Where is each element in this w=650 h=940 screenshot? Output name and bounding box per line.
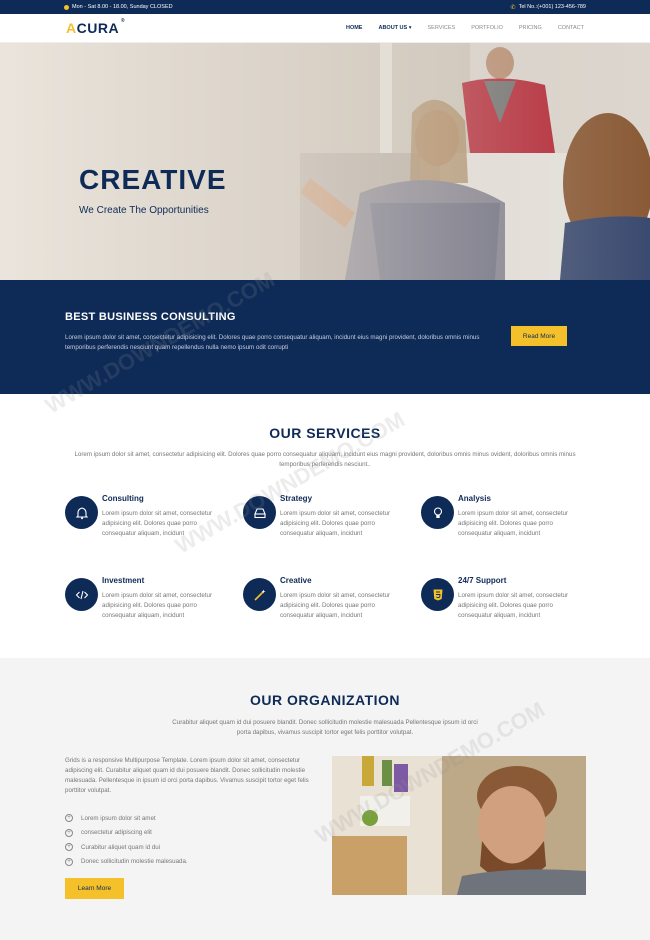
list-item-label: Lorem ipsum dolor sit amet [81, 814, 156, 822]
service-creative[interactable]: Creative Lorem ipsum dolor sit amet, con… [243, 576, 393, 636]
service-title: 24/7 Support [458, 576, 507, 585]
service-consulting[interactable]: Consulting Lorem ipsum dolor sit amet, c… [65, 494, 215, 554]
clock-icon [64, 4, 69, 10]
services-title: OUR SERVICES [269, 425, 381, 441]
hours-group: Mon - Sat 8.00 - 18.00, Sunday CLOSED [64, 4, 173, 10]
nav-about-us[interactable]: ABOUT US ▾ [378, 25, 411, 31]
list-item-label: Curabitur aliquet quam id dui [81, 843, 161, 851]
opening-hours: Mon - Sat 8.00 - 18.00, Sunday CLOSED [72, 4, 173, 10]
consulting-text: Lorem ipsum dolor sit amet, consectetur … [65, 334, 480, 351]
code-icon [65, 578, 98, 611]
service-text: Lorem ipsum dolor sit amet, consectetur … [280, 510, 391, 537]
list-item-label: consectetur adipiscing elit [81, 829, 152, 837]
consulting-band: BEST BUSINESS CONSULTING Lorem ipsum dol… [0, 280, 650, 394]
service-text: Lorem ipsum dolor sit amet, consectetur … [280, 592, 391, 619]
organization-section: OUR ORGANIZATION Curabitur aliquet quam … [0, 658, 650, 940]
hero-photo [0, 43, 650, 280]
bell-icon [65, 496, 98, 529]
service-investment[interactable]: Investment Lorem ipsum dolor sit amet, c… [65, 576, 215, 636]
service-title: Analysis [458, 494, 491, 503]
feature-list: + Lorem ipsum dolor sit amet + consectetur… [65, 811, 188, 869]
services-section: OUR SERVICES Lorem ipsum dolor sit amet,… [0, 394, 650, 658]
nav-portfolio[interactable]: PORTFOLIO [471, 25, 503, 31]
organization-desc: Curabitur aliquet quam id dui posuere bl… [172, 719, 478, 736]
organization-text: Grids is a responsive Multipurpose Templ… [65, 757, 309, 794]
nav-services[interactable]: SERVICES [427, 25, 455, 31]
list-item: + Curabitur aliquet quam id dui [65, 840, 188, 855]
logo-text: CURA [76, 20, 120, 36]
phone-group: ✆ Tel No.:(+001) 123-456-789 [511, 4, 586, 11]
service-text: Lorem ipsum dolor sit amet, consectetur … [458, 510, 569, 537]
html5-icon [421, 578, 454, 611]
service-title: Investment [102, 576, 145, 585]
hero-banner: CREATIVE We Create The Opportunities [0, 43, 650, 280]
top-info-bar: Mon - Sat 8.00 - 18.00, Sunday CLOSED ✆ … [0, 0, 650, 14]
service-title: Consulting [102, 494, 144, 503]
site-logo[interactable]: ACURA ® [66, 18, 125, 36]
service-support[interactable]: 24/7 Support Lorem ipsum dolor sit amet,… [421, 576, 571, 636]
logo-mark: ® [120, 18, 126, 24]
lightbulb-icon [421, 496, 454, 529]
magic-icon [243, 578, 276, 611]
service-strategy[interactable]: Strategy Lorem ipsum dolor sit amet, con… [243, 494, 393, 554]
nav-menu: HOME ABOUT US ▾ SERVICES PORTFOLIO PRICI… [346, 25, 584, 31]
list-item: + Lorem ipsum dolor sit amet [65, 811, 188, 826]
list-item: + Donec sollicitudin molestie malesuada. [65, 855, 188, 870]
consulting-title: BEST BUSINESS CONSULTING [65, 311, 236, 323]
nav-pricing[interactable]: PRICING [519, 25, 542, 31]
list-item: + consectetur adipiscing elit [65, 826, 188, 841]
service-title: Strategy [280, 494, 313, 503]
main-navbar: ACURA ® HOME ABOUT US ▾ SERVICES PORTFOLI… [0, 14, 650, 43]
list-item-label: Donec sollicitudin molestie malesuada. [81, 858, 188, 866]
service-text: Lorem ipsum dolor sit amet, consectetur … [102, 510, 213, 537]
nav-home[interactable]: HOME [346, 25, 363, 31]
hero-subtitle: We Create The Opportunities [79, 205, 209, 216]
service-analysis[interactable]: Analysis Lorem ipsum dolor sit amet, con… [421, 494, 571, 554]
organization-photo [332, 756, 586, 895]
phone-number[interactable]: Tel No.:(+001) 123-456-789 [519, 4, 586, 10]
service-title: Creative [280, 576, 312, 585]
logo-letter: A [66, 20, 77, 36]
plus-circle-icon: + [65, 828, 73, 837]
plus-circle-icon: + [65, 814, 73, 823]
phone-icon: ✆ [510, 4, 516, 11]
service-text: Lorem ipsum dolor sit amet, consectetur … [102, 592, 213, 619]
drive-icon [243, 496, 276, 529]
plus-circle-icon: + [65, 843, 73, 852]
plus-circle-icon: + [65, 857, 73, 866]
learn-more-button[interactable]: Learn More [65, 878, 124, 899]
organization-title: OUR ORGANIZATION [249, 692, 401, 708]
hero-title: CREATIVE [79, 164, 227, 195]
nav-contact[interactable]: CONTACT [558, 25, 584, 31]
read-more-button[interactable]: Read More [511, 326, 567, 346]
services-desc: Lorem ipsum dolor sit amet, consectetur … [74, 451, 576, 468]
service-text: Lorem ipsum dolor sit amet, consectetur … [458, 592, 569, 619]
